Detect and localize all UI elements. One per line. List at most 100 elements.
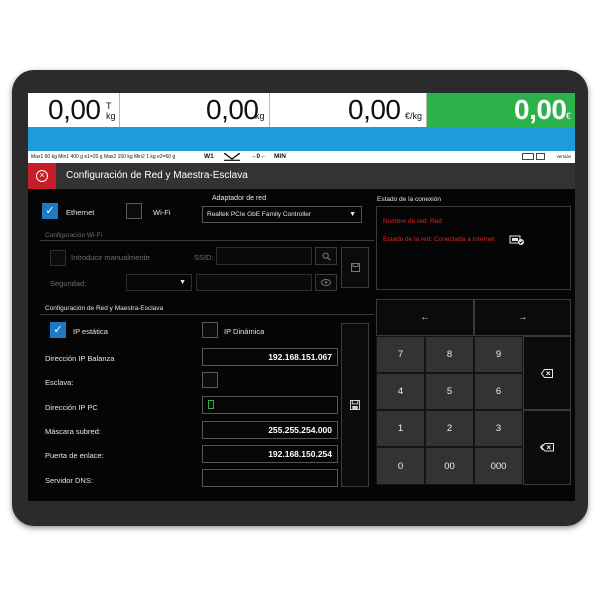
- subnet-field[interactable]: 255.255.254.000: [202, 421, 338, 439]
- weight-display-cell: 0,00 kg: [120, 93, 270, 127]
- network-config-label: Configuración de Red y Maestra-Esclava: [45, 305, 164, 312]
- key-00[interactable]: 00: [425, 447, 474, 485]
- key-label: 6: [495, 386, 502, 397]
- password-input[interactable]: [196, 274, 312, 291]
- ethernet-label: Ethernet: [66, 208, 95, 217]
- wifi-config-divider: [40, 240, 374, 241]
- unit-price-display: 0,00 €/kg: [270, 93, 427, 127]
- ssid-label: SSID:: [194, 253, 214, 262]
- scale-ip-field[interactable]: 192.168.151.067: [202, 348, 338, 366]
- dialog-title-bar: × Configuración de Red y Maestra-Esclava: [28, 163, 575, 189]
- cursor-right-key[interactable]: →: [474, 299, 571, 336]
- pc-ip-field[interactable]: [202, 396, 338, 414]
- key-label: 1: [397, 423, 404, 434]
- wifi-label: Wi-Fi: [153, 208, 171, 217]
- network-save-button[interactable]: [341, 323, 369, 487]
- key-3[interactable]: 3: [474, 410, 523, 447]
- subnet-label: Máscara subred:: [45, 427, 101, 436]
- close-button[interactable]: ×: [28, 163, 56, 189]
- key-label: 00: [444, 460, 455, 472]
- ssid-input[interactable]: [216, 247, 312, 265]
- key-label: 4: [397, 386, 404, 397]
- save-icon: [350, 400, 360, 410]
- backspace-key[interactable]: [523, 336, 571, 410]
- scale-indicator: W1: [204, 153, 214, 160]
- version-label: versión: [556, 154, 571, 159]
- clear-all-key[interactable]: [523, 410, 571, 485]
- battery-icon: [522, 153, 534, 160]
- ethernet-checkbox[interactable]: ✓: [42, 203, 58, 219]
- network-config-divider: [40, 314, 374, 315]
- key-7[interactable]: 7: [376, 336, 425, 373]
- manual-entry-checkbox[interactable]: [50, 250, 66, 266]
- search-icon: [321, 251, 331, 261]
- cursor-left-key[interactable]: ←: [376, 299, 474, 336]
- weight-display: 0,00 T kg 0,00 kg 0,00 €/kg 0,00 €: [28, 93, 575, 127]
- weight-unit: kg: [255, 111, 265, 121]
- adapter-select[interactable]: Realtek PCIe GbE Family Controller ▼: [202, 206, 362, 223]
- key-label: 000: [490, 460, 507, 472]
- zero-indicator: →0←: [250, 153, 267, 160]
- network-name-text: Nombre de red: Red: [383, 218, 442, 225]
- key-5[interactable]: 5: [425, 373, 474, 410]
- key-2[interactable]: 2: [425, 410, 474, 447]
- backspace-icon: [541, 368, 553, 378]
- key-label: 7: [397, 349, 404, 360]
- static-ip-checkbox[interactable]: ✓: [50, 322, 66, 338]
- gateway-field[interactable]: 192.168.150.254: [202, 445, 338, 463]
- chevron-down-icon: ▼: [349, 211, 356, 218]
- key-1[interactable]: 1: [376, 410, 425, 447]
- key-000[interactable]: 000: [474, 447, 523, 485]
- key-label: 3: [495, 423, 502, 434]
- connection-status-panel: Nombre de red: Red Estado de la red: Con…: [376, 206, 571, 290]
- adapter-select-value: Realtek PCIe GbE Family Controller: [207, 211, 312, 218]
- security-label: Seguridad:: [50, 279, 87, 288]
- tare-unit: T kg: [106, 101, 116, 121]
- wifi-save-button[interactable]: [341, 247, 369, 288]
- close-icon: ×: [36, 170, 48, 182]
- manual-entry-label: Introducir manualmente: [71, 253, 150, 262]
- network-state-text: Estado de la red: Conectada a Internet: [383, 236, 495, 243]
- dns-label: Servidor DNS:: [45, 476, 93, 485]
- show-password-button[interactable]: [315, 274, 337, 291]
- unit-price-unit: €/kg: [405, 111, 423, 121]
- dns-field[interactable]: [202, 469, 338, 487]
- total-price-display: 0,00 €: [427, 93, 575, 127]
- dynamic-ip-checkbox[interactable]: [202, 322, 218, 338]
- security-select[interactable]: ▼: [126, 274, 192, 291]
- network-connected-icon: [509, 233, 525, 245]
- key-8[interactable]: 8: [425, 336, 474, 373]
- key-9[interactable]: 9: [474, 336, 523, 373]
- key-6[interactable]: 6: [474, 373, 523, 410]
- total-unit: €: [566, 111, 572, 121]
- metrology-info-bar: Max1 60 kg Min1 400 g e1=20 g Max2 150 k…: [28, 151, 575, 163]
- wifi-search-button[interactable]: [315, 247, 337, 265]
- weight-value: 0,00: [206, 94, 259, 125]
- slave-checkbox[interactable]: [202, 372, 218, 388]
- key-label: 2: [446, 423, 453, 434]
- clear-all-icon: [540, 442, 554, 451]
- tare-value: 0,00: [48, 94, 101, 125]
- pc-ip-label: Dirección IP PC: [45, 403, 98, 412]
- scale-screen: 0,00 T kg 0,00 kg 0,00 €/kg 0,00 € Max1 …: [28, 93, 575, 501]
- chevron-down-icon: ▼: [179, 279, 186, 286]
- envelope-icon: [223, 152, 241, 161]
- save-icon: [350, 263, 360, 272]
- key-0[interactable]: 0: [376, 447, 425, 485]
- wifi-config-label: Configuración Wi-Fi: [45, 232, 103, 239]
- status-bar-blue: [28, 127, 575, 151]
- key-label: 0: [397, 460, 404, 472]
- connection-status-icon: [536, 153, 545, 160]
- gateway-label: Puerta de enlace:: [45, 451, 104, 460]
- wifi-checkbox[interactable]: [126, 203, 142, 219]
- text-cursor-icon: [208, 400, 214, 409]
- metrology-spec: Max1 60 kg Min1 400 g e1=20 g Max2 150 k…: [31, 154, 176, 160]
- key-label: 5: [446, 386, 453, 397]
- unit-price-value: 0,00: [348, 94, 401, 125]
- key-4[interactable]: 4: [376, 373, 425, 410]
- static-ip-label: IP estática: [73, 327, 108, 336]
- arrow-left-icon: ←: [420, 312, 430, 323]
- tare-display: 0,00 T kg: [28, 93, 120, 127]
- arrow-right-icon: →: [517, 312, 528, 323]
- slave-label: Esclava:: [45, 378, 74, 387]
